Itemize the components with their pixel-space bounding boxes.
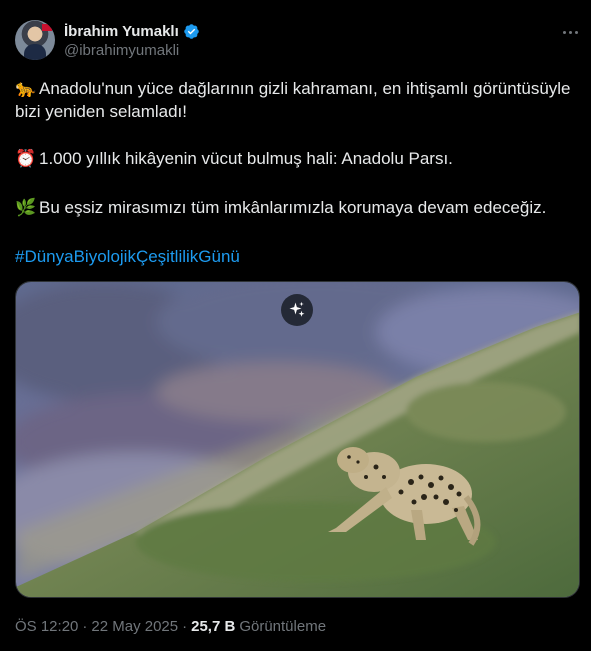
- tweet-text-2: 1.000 yıllık hikâyenin vücut bulmuş hali…: [39, 149, 453, 168]
- meta-separator: ·: [82, 618, 88, 635]
- views-count: 25,7 B: [191, 618, 236, 635]
- meta-separator: ·: [182, 618, 188, 635]
- tweet-paragraph-2: ⏰ 1.000 yıllık hikâyenin vücut bulmuş hal…: [15, 147, 580, 170]
- sparkle-button[interactable]: [281, 294, 313, 326]
- sparkle-icon: [289, 301, 305, 317]
- tweet-time[interactable]: ÖS 12:20: [15, 618, 78, 635]
- hashtag-link[interactable]: #DünyaBiyolojikÇeşitlilikGünü: [15, 245, 580, 268]
- leopard-photo-image: [16, 282, 579, 597]
- tweet-text-3: Bu eşsiz mirasımızı tüm imkânlarımızla k…: [39, 198, 547, 217]
- author-name[interactable]: İbrahim Yumaklı: [64, 23, 179, 40]
- herb-emoji-icon: 🌿: [15, 198, 37, 217]
- tweet-meta: ÖS 12:20 · 22 May 2025 · 25,7 B Görüntül…: [15, 618, 326, 635]
- views-label: Görüntüleme: [239, 618, 327, 635]
- leopard-emoji-icon: 🐆: [15, 79, 37, 98]
- tweet-photo[interactable]: [15, 281, 580, 598]
- author-name-row: İbrahim Yumaklı: [64, 21, 200, 41]
- flag-decoration: [42, 24, 52, 31]
- tweet-paragraph-3: 🌿 Bu eşsiz mirasımızı tüm imkânlarımızla …: [15, 196, 580, 219]
- alarm-clock-emoji-icon: ⏰: [15, 149, 37, 168]
- author-handle[interactable]: @ibrahimyumakli: [64, 42, 179, 59]
- tweet: İbrahim Yumaklı @ibrahimyumakli 🐆 Anadolu…: [0, 0, 591, 651]
- verified-badge-icon[interactable]: [183, 23, 200, 40]
- tweet-date[interactable]: 22 May 2025: [91, 618, 178, 635]
- avatar-body-decoration: [24, 44, 46, 60]
- more-options-icon[interactable]: [558, 22, 582, 42]
- tweet-text-1: Anadolu'nun yüce dağlarının gizli kahram…: [15, 79, 571, 121]
- avatar[interactable]: [15, 20, 55, 60]
- tweet-paragraph-1: 🐆 Anadolu'nun yüce dağlarının gizli kahra…: [15, 77, 580, 123]
